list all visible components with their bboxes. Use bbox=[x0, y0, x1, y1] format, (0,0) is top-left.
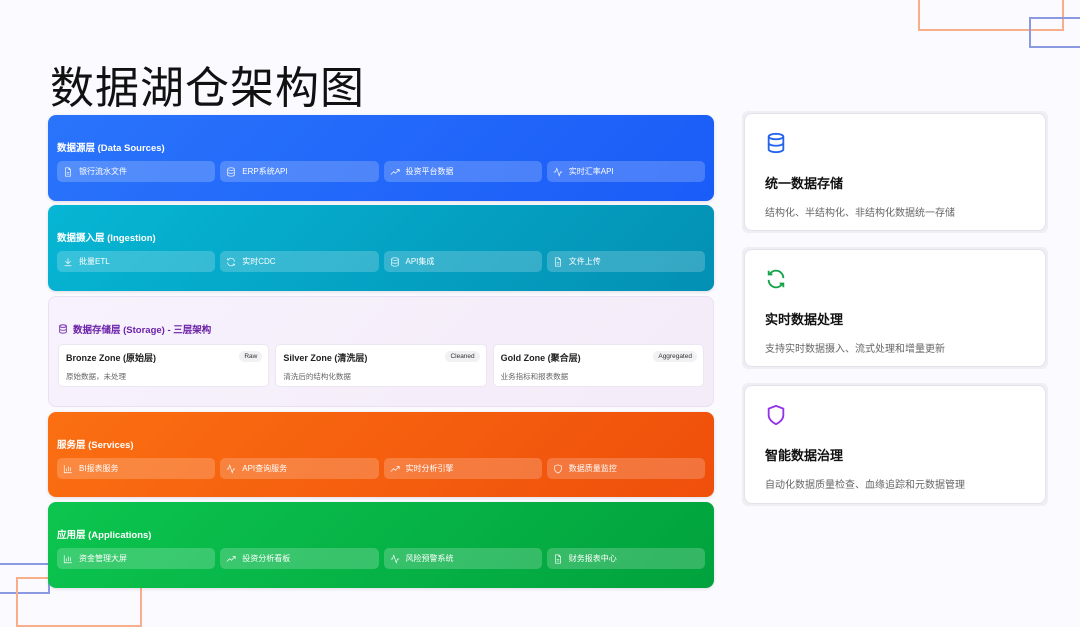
feature-title: 统一数据存储 bbox=[765, 176, 844, 191]
chip-bank-statement-file[interactable]: 银行流水文件 bbox=[57, 161, 216, 182]
feature-desc: 自动化数据质量检查、血缘追踪和元数据管理 bbox=[765, 480, 965, 491]
file-icon bbox=[553, 257, 563, 267]
feature-title: 实时数据处理 bbox=[765, 312, 844, 327]
decor-blue-frame bbox=[1029, 17, 1080, 48]
activity-icon bbox=[390, 554, 400, 564]
feature-card: 实时数据处理 支持实时数据摄入、流式处理和增量更新 bbox=[744, 249, 1046, 367]
chip-api-query[interactable]: API查询服务 bbox=[220, 458, 379, 479]
chip-realtime-cdc[interactable]: 实时CDC bbox=[220, 251, 379, 272]
bar-chart-icon bbox=[63, 464, 73, 474]
zone-tag: Cleaned bbox=[445, 351, 480, 362]
layer-title: 数据源层 (Data Sources) bbox=[57, 143, 165, 154]
chip-batch-etl[interactable]: 批量ETL bbox=[57, 251, 216, 272]
chip-label: 实时分析引擎 bbox=[405, 464, 454, 473]
layer-title-text: 数据存储层 (Storage) - 三层架构 bbox=[73, 324, 212, 336]
chip-erp-api[interactable]: ERP系统API bbox=[220, 161, 379, 182]
layer-ingestion: 数据摄入层 (Ingestion) 批量ETL 实时CDC API集成 文件上传 bbox=[48, 205, 714, 291]
chip-label: 风险预警系统 bbox=[405, 554, 454, 563]
file-icon bbox=[553, 554, 563, 564]
chip-data-quality[interactable]: 数据质量监控 bbox=[546, 458, 705, 479]
zone-name: Bronze Zone (原始层) bbox=[66, 353, 156, 363]
zone-desc: 原始数据，未处理 bbox=[66, 372, 126, 381]
bar-chart-icon bbox=[63, 554, 73, 564]
download-icon bbox=[63, 257, 73, 267]
shield-icon bbox=[765, 404, 787, 426]
zone-desc: 业务指标和报表数据 bbox=[500, 372, 569, 381]
chip-file-upload[interactable]: 文件上传 bbox=[546, 251, 705, 272]
chip-label: 数据质量监控 bbox=[568, 464, 617, 473]
chip-api-integration[interactable]: API集成 bbox=[383, 251, 542, 272]
trending-up-icon bbox=[390, 167, 400, 177]
chip-financial-reports[interactable]: 财务报表中心 bbox=[546, 548, 705, 569]
refresh-icon bbox=[226, 257, 236, 267]
zone-bronze[interactable]: Bronze Zone (原始层) Raw 原始数据，未处理 bbox=[58, 344, 270, 387]
file-icon bbox=[63, 167, 73, 177]
zone-silver[interactable]: Silver Zone (清洗层) Cleaned 清洗后的结构化数据 bbox=[275, 344, 487, 387]
layer-applications: 应用层 (Applications) 资金管理大屏 投资分析看板 风险预警系统 … bbox=[48, 502, 714, 588]
database-icon bbox=[226, 167, 236, 177]
chip-label: API集成 bbox=[405, 257, 435, 266]
layer-title: 数据摄入层 (Ingestion) bbox=[57, 233, 156, 244]
feature-title: 智能数据治理 bbox=[765, 448, 844, 463]
chip-label: 文件上传 bbox=[568, 257, 601, 266]
zone-tag: Raw bbox=[239, 351, 263, 362]
zone-gold[interactable]: Gold Zone (聚合层) Aggregated 业务指标和报表数据 bbox=[492, 344, 704, 387]
feature-panel-storage: 统一数据存储 结构化、半结构化、非结构化数据统一存储 bbox=[742, 111, 1048, 233]
chip-investment-board[interactable]: 投资分析看板 bbox=[220, 548, 379, 569]
chip-treasury-dashboard[interactable]: 资金管理大屏 bbox=[57, 548, 216, 569]
database-icon bbox=[765, 132, 787, 154]
refresh-icon bbox=[765, 268, 787, 290]
layer-data-sources: 数据源层 (Data Sources) 银行流水文件 ERP系统API 投资平台… bbox=[48, 115, 714, 201]
shield-icon bbox=[553, 464, 563, 474]
chip-label: 批量ETL bbox=[79, 257, 110, 266]
chip-label: 银行流水文件 bbox=[79, 167, 127, 176]
chip-risk-alert[interactable]: 风险预警系统 bbox=[383, 548, 542, 569]
chip-label: 资金管理大屏 bbox=[79, 554, 127, 563]
feature-panel-governance: 智能数据治理 自动化数据质量检查、血缘追踪和元数据管理 bbox=[742, 383, 1048, 506]
layer-title: 应用层 (Applications) bbox=[57, 530, 152, 541]
zone-tag: Aggregated bbox=[653, 351, 697, 362]
trending-up-icon bbox=[390, 464, 400, 474]
chip-label: 财务报表中心 bbox=[568, 554, 617, 563]
feature-card: 智能数据治理 自动化数据质量检查、血缘追踪和元数据管理 bbox=[744, 385, 1046, 504]
trending-up-icon bbox=[226, 554, 236, 564]
layer-storage: 数据存储层 (Storage) - 三层架构 Bronze Zone (原始层)… bbox=[48, 296, 714, 407]
database-icon bbox=[58, 324, 68, 334]
chip-investment-data[interactable]: 投资平台数据 bbox=[383, 161, 542, 182]
layer-title: 数据存储层 (Storage) - 三层架构 bbox=[58, 322, 704, 336]
chip-label: 实时汇率API bbox=[568, 167, 614, 176]
activity-icon bbox=[553, 167, 563, 177]
chip-label: 实时CDC bbox=[242, 257, 276, 266]
chip-bi-report[interactable]: BI报表服务 bbox=[57, 458, 216, 479]
chip-label: 投资分析看板 bbox=[242, 554, 291, 563]
zone-desc: 清洗后的结构化数据 bbox=[283, 372, 351, 381]
page-title: 数据湖仓架构图 bbox=[50, 64, 365, 113]
chip-label: API查询服务 bbox=[242, 464, 288, 473]
feature-desc: 结构化、半结构化、非结构化数据统一存储 bbox=[765, 208, 955, 219]
database-icon bbox=[390, 257, 400, 267]
chip-realtime-analytics[interactable]: 实时分析引擎 bbox=[383, 458, 542, 479]
layer-services: 服务层 (Services) BI报表服务 API查询服务 实时分析引擎 数据质… bbox=[48, 412, 714, 497]
chip-fx-api[interactable]: 实时汇率API bbox=[546, 161, 705, 182]
chip-label: 投资平台数据 bbox=[405, 167, 454, 176]
feature-card: 统一数据存储 结构化、半结构化、非结构化数据统一存储 bbox=[744, 113, 1046, 231]
activity-icon bbox=[226, 464, 236, 474]
chip-label: ERP系统API bbox=[242, 167, 288, 176]
chip-label: BI报表服务 bbox=[79, 464, 119, 473]
layer-title: 服务层 (Services) bbox=[57, 440, 134, 451]
feature-panel-realtime: 实时数据处理 支持实时数据摄入、流式处理和增量更新 bbox=[742, 247, 1048, 369]
feature-desc: 支持实时数据摄入、流式处理和增量更新 bbox=[765, 344, 945, 355]
